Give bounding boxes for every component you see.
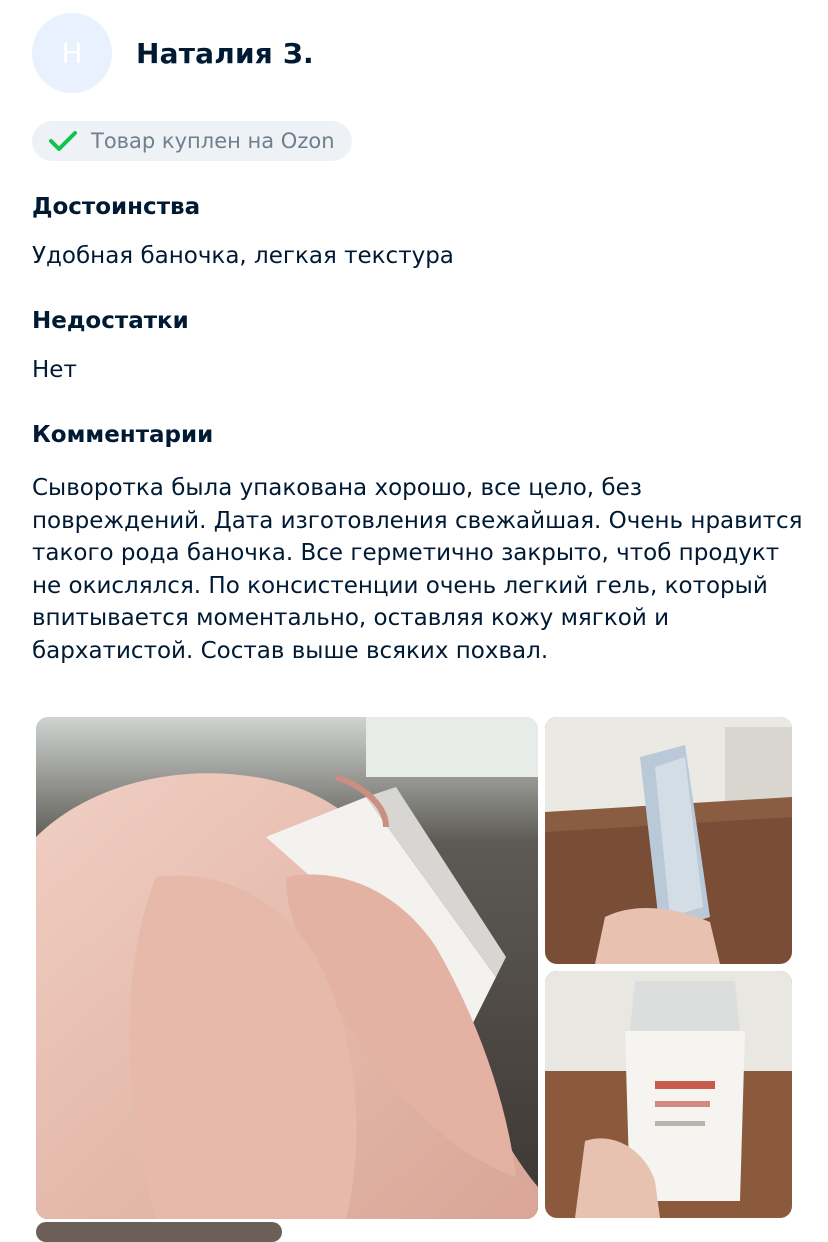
review-photo-2[interactable]	[545, 717, 792, 964]
avatar-letter: Н	[61, 36, 83, 70]
review-photo-4[interactable]	[36, 1222, 282, 1242]
avatar[interactable]: Н	[32, 13, 112, 93]
advantages-text: Удобная баночка, легкая текстура	[32, 243, 454, 269]
disadvantages-text: Нет	[32, 357, 77, 383]
author-name[interactable]: Наталия З.	[136, 37, 314, 70]
comment-text: Сыворотка была упакована хорошо, все цел…	[32, 475, 803, 664]
checkmark-icon	[49, 131, 77, 151]
review-photo-1[interactable]	[36, 717, 538, 1219]
review-header: Н Наталия З.	[32, 13, 314, 93]
advantages-title: Достоинства	[32, 194, 201, 220]
comment-title: Комментарии	[32, 422, 214, 448]
disadvantages-title: Недостатки	[32, 308, 189, 334]
purchased-badge: Товар куплен на Ozon	[32, 121, 352, 161]
review-photo-3[interactable]	[545, 971, 792, 1218]
purchased-badge-label: Товар куплен на Ozon	[91, 129, 335, 153]
